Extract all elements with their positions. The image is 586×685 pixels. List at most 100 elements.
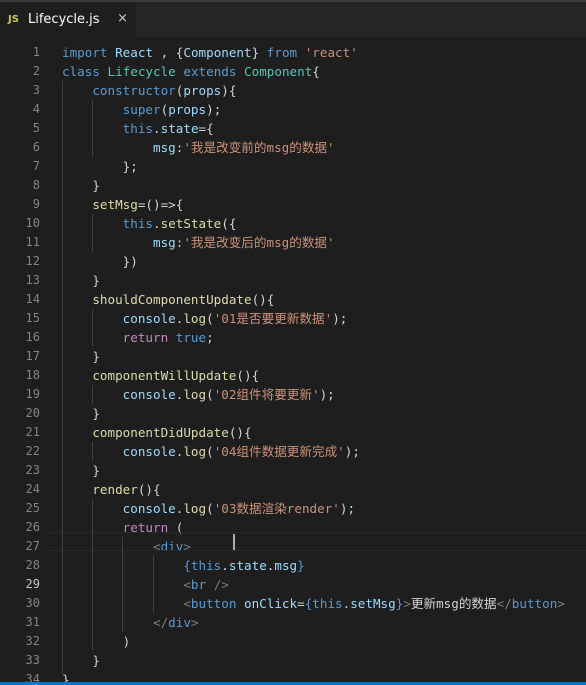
code-line[interactable]: import React , {Component} from 'react'	[62, 43, 586, 62]
code-token: super	[122, 102, 161, 117]
code-token: (){	[228, 425, 252, 440]
line-number: 24	[25, 482, 40, 496]
javascript-file-icon: JS	[8, 14, 19, 25]
code-token: constructor	[92, 83, 176, 98]
line-number: 17	[25, 349, 40, 363]
current-line-highlight	[46, 532, 586, 551]
code-token: class	[62, 64, 100, 79]
indent-guide	[153, 556, 154, 613]
line-number: 21	[25, 425, 40, 439]
line-number: 7	[32, 159, 40, 173]
line-number: 13	[25, 273, 40, 287]
code-line[interactable]: console.log('03数据渲染render');	[62, 499, 586, 518]
code-line[interactable]: super(props);	[62, 100, 586, 119]
code-token: (	[206, 387, 214, 402]
line-number: 16	[25, 330, 40, 344]
code-token: =()=>{	[137, 197, 184, 212]
code-token: componentWillUpdate	[92, 368, 237, 383]
indent-guide	[92, 442, 93, 461]
code-line[interactable]: class Lifecycle extends Component{	[62, 62, 586, 81]
code-token: >	[403, 596, 411, 611]
code-token: />	[213, 577, 229, 592]
code-token: '04组件数据更新完成'	[213, 444, 345, 459]
code-token: ;	[206, 330, 214, 345]
code-token: componentDidUpdate	[92, 425, 229, 440]
code-token: onClick	[244, 596, 298, 611]
code-token: .	[153, 216, 161, 231]
line-number-gutter: 1 2 3 4 5 6 7 8 9 10 11 12 13 14 15 16 17 18 19 20 21 22 23 24 2…	[0, 43, 46, 685]
code-token: button	[511, 596, 558, 611]
line-number: 28	[25, 558, 40, 572]
code-line[interactable]: }	[62, 651, 586, 670]
code-line[interactable]: })	[62, 252, 586, 271]
code-token: msg	[274, 558, 298, 573]
text-cursor	[233, 534, 235, 550]
code-line[interactable]: constructor(props){	[62, 81, 586, 100]
code-line[interactable]: <button onClick={this.setMsg}>更新msg的数据</…	[62, 594, 586, 613]
tab-lifecycle-js[interactable]: JS Lifecycle.js ×	[0, 2, 136, 37]
code-token: '01是否要更新数据'	[213, 311, 333, 326]
code-token: state	[228, 558, 267, 573]
code-line[interactable]: <br />	[62, 575, 586, 594]
code-token: ){	[221, 83, 237, 98]
code-line[interactable]: </div>	[62, 613, 586, 632]
code-line[interactable]: return true;	[62, 328, 586, 347]
code-line[interactable]: }	[62, 271, 586, 290]
line-number: 11	[25, 235, 40, 249]
code-token: <	[183, 596, 191, 611]
indent-guide	[62, 81, 63, 675]
code-token: }	[297, 558, 305, 573]
code-token: 'react'	[304, 45, 358, 60]
code-line[interactable]: {this.state.msg}	[62, 556, 586, 575]
code-line[interactable]: shouldComponentUpdate(){	[62, 290, 586, 309]
code-token: }	[251, 45, 267, 60]
code-token: console	[122, 311, 176, 326]
line-number: 9	[32, 197, 40, 211]
code-line[interactable]: }	[62, 461, 586, 480]
code-editor[interactable]: 1 2 3 4 5 6 7 8 9 10 11 12 13 14 15 16 17 18 19 20 21 22 23 24 2…	[0, 43, 586, 685]
code-line[interactable]: }	[62, 176, 586, 195]
code-line[interactable]: console.log('04组件数据更新完成');	[62, 442, 586, 461]
code-token: (){	[137, 482, 161, 497]
code-token: })	[62, 254, 138, 269]
code-line[interactable]: componentWillUpdate(){	[62, 366, 586, 385]
line-number: 2	[32, 64, 40, 78]
code-line[interactable]: render(){	[62, 480, 586, 499]
code-line[interactable]: componentDidUpdate(){	[62, 423, 586, 442]
line-number: 19	[25, 387, 40, 401]
code-token: (	[206, 311, 214, 326]
line-number: 32	[25, 634, 40, 648]
code-line[interactable]: console.log('01是否要更新数据');	[62, 309, 586, 328]
code-line[interactable]: console.log('02组件将要更新');	[62, 385, 586, 404]
code-token: from	[266, 45, 298, 60]
close-icon[interactable]: ×	[117, 11, 128, 27]
code-line[interactable]: this.state={	[62, 119, 586, 138]
code-line[interactable]: }	[62, 404, 586, 423]
indent-guide	[92, 499, 93, 651]
code-token: console	[122, 501, 176, 516]
code-line[interactable]: }	[62, 347, 586, 366]
code-line[interactable]: )	[62, 632, 586, 651]
code-token: )	[62, 634, 131, 649]
line-number: 12	[25, 254, 40, 268]
code-line[interactable]: };	[62, 157, 586, 176]
code-area[interactable]: import React , {Component} from 'react' c…	[62, 43, 586, 685]
code-token: '02组件将要更新'	[213, 387, 320, 402]
line-number: 15	[25, 311, 40, 325]
line-number: 29	[25, 577, 40, 591]
code-line[interactable]: setMsg=()=>{	[62, 195, 586, 214]
code-token: (	[206, 501, 214, 516]
line-number: 14	[25, 292, 40, 306]
code-line[interactable]: this.setState({	[62, 214, 586, 233]
code-token: );	[206, 102, 222, 117]
code-token: {	[312, 64, 320, 79]
line-number: 33	[25, 653, 40, 667]
code-line[interactable]: msg:'我是改变前的msg的数据'	[62, 138, 586, 157]
code-line[interactable]: msg:'我是改变后的msg的数据'	[62, 233, 586, 252]
code-token: true	[175, 330, 207, 345]
